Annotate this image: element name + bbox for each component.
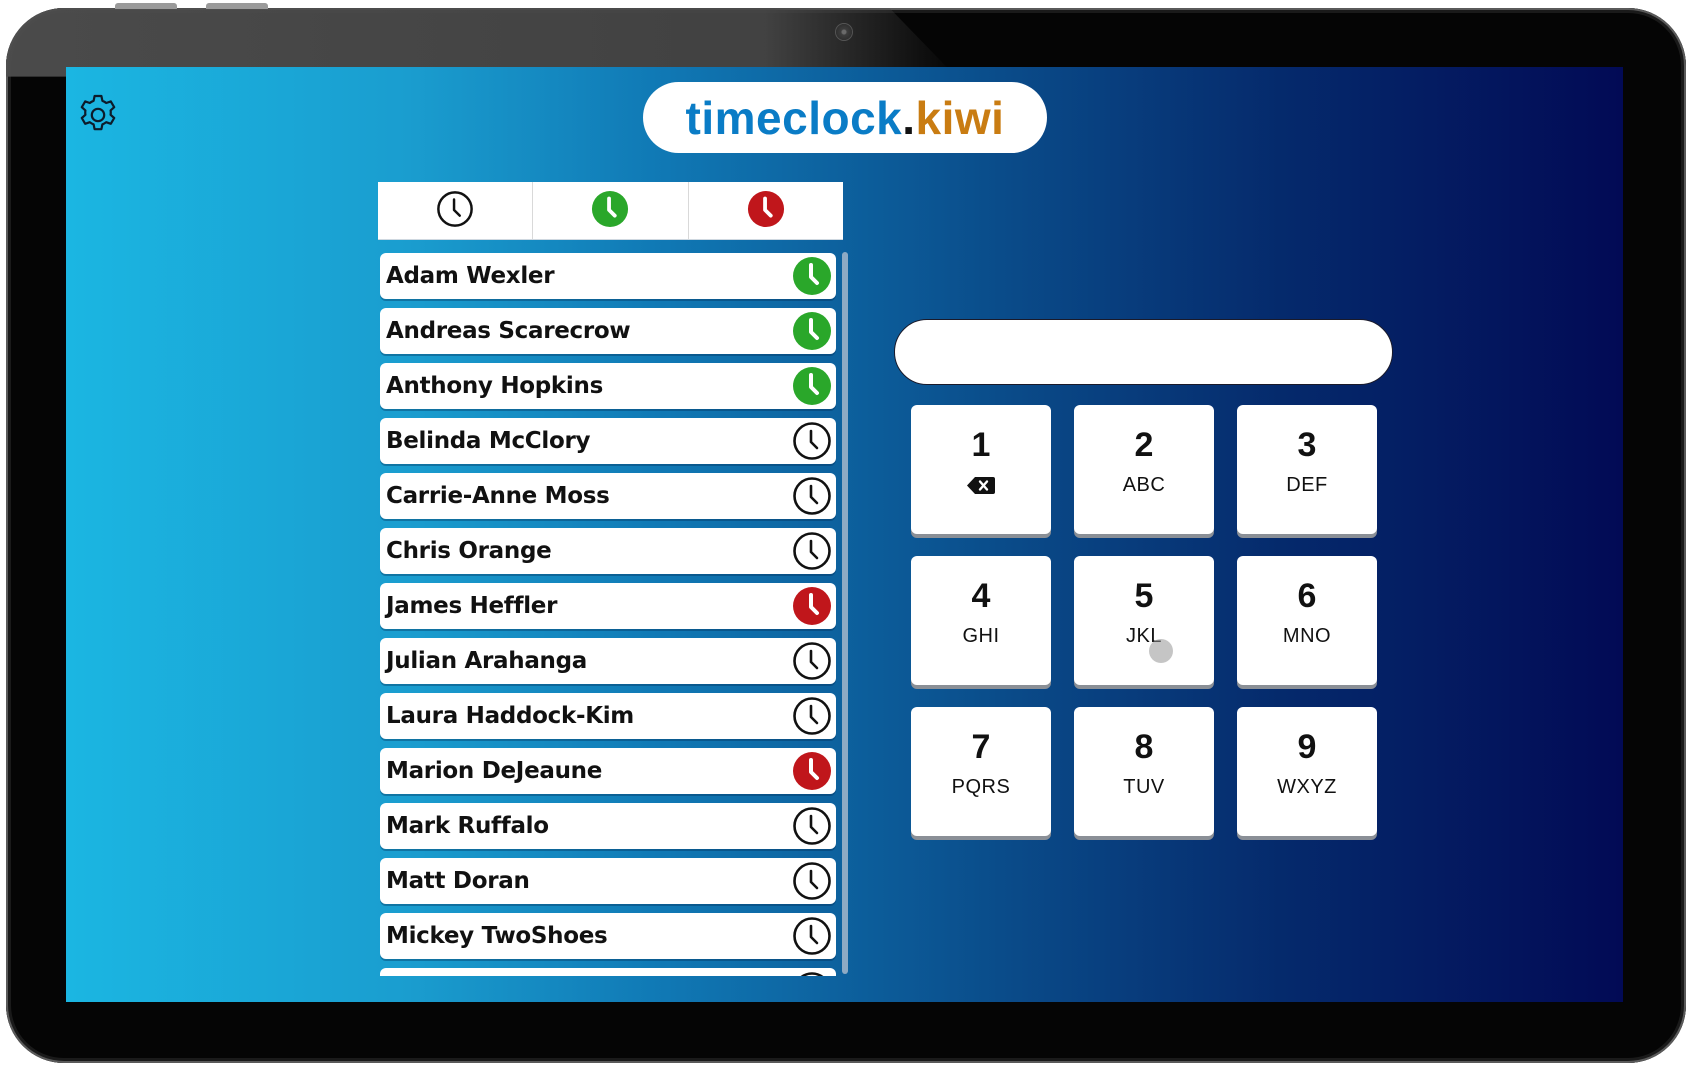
clock-green-icon xyxy=(792,256,832,296)
employee-list-scrollbar[interactable] xyxy=(842,252,848,974)
clock-outline-icon xyxy=(792,696,832,736)
employee-row[interactable]: Matt Doran xyxy=(380,858,836,904)
employee-name: Adam Wexler xyxy=(386,263,555,289)
employee-row[interactable]: Adam Wexler xyxy=(380,253,836,299)
keypad-key-6[interactable]: 6 MNO xyxy=(1237,556,1377,685)
employee-name: Mickey TwoShoes xyxy=(386,923,608,949)
clock-outline-icon xyxy=(792,971,832,976)
clock-green-icon xyxy=(792,366,832,406)
key-letters: MNO xyxy=(1282,625,1332,647)
key-letters: DEF xyxy=(1286,474,1328,496)
numeric-keypad: 1 2 ABC 3 DEF 4 GHI 5 JKL 6 MNO 7 PQRS 8 TUV 9 WXYZ xyxy=(911,405,1381,836)
key-digit: 8 xyxy=(1134,728,1154,766)
employee-name: Laura Haddock-Kim xyxy=(386,703,634,729)
clock-outline-icon xyxy=(792,641,832,681)
clock-outline-icon xyxy=(792,861,832,901)
keypad-key-2[interactable]: 2 ABC xyxy=(1074,405,1214,534)
key-digit: 5 xyxy=(1134,577,1154,615)
clock-green-icon xyxy=(792,311,832,351)
key-digit: 3 xyxy=(1297,426,1317,464)
key-letters: TUV xyxy=(1123,776,1165,798)
employee-row[interactable]: Anthony Hopkins xyxy=(380,363,836,409)
employee-list-items: Adam Wexler Andreas Scarecrow Anthony Hopk… xyxy=(380,253,836,976)
employee-name: Anthony Hopkins xyxy=(386,373,603,399)
key-letters: GHI xyxy=(962,625,1000,647)
pin-input[interactable] xyxy=(894,319,1393,385)
keypad-key-7[interactable]: 7 PQRS xyxy=(911,707,1051,836)
keypad-key-5[interactable]: 5 JKL xyxy=(1074,556,1214,685)
key-letters: PQRS xyxy=(951,776,1011,798)
employee-name: Matt Doran xyxy=(386,868,530,894)
employee-name: Marion DeJeaune xyxy=(386,758,603,784)
keypad-key-4[interactable]: 4 GHI xyxy=(911,556,1051,685)
filter-tab-clocked-in[interactable] xyxy=(533,182,689,239)
clock-red-icon xyxy=(792,751,832,791)
gear-icon xyxy=(80,94,116,131)
logo-text-timeclock: timeclock xyxy=(685,91,903,144)
key-digit: 6 xyxy=(1297,577,1317,615)
employee-row[interactable]: Marion DeJeaune xyxy=(380,748,836,794)
key-letters: WXYZ xyxy=(1277,776,1337,798)
employee-row[interactable]: Julian Arahanga xyxy=(380,638,836,684)
employee-name: Belinda McClory xyxy=(386,428,591,454)
backspace-icon xyxy=(967,474,995,496)
keypad-key-8[interactable]: 8 TUV xyxy=(1074,707,1214,836)
filter-tab-all[interactable] xyxy=(378,182,534,239)
key-digit: 1 xyxy=(971,426,991,464)
keypad-key-3[interactable]: 3 DEF xyxy=(1237,405,1377,534)
employee-row[interactable]: Andreas Scarecrow xyxy=(380,308,836,354)
clock-outline-icon xyxy=(792,916,832,956)
clock-red-icon xyxy=(747,190,785,232)
employee-row[interactable]: Mickey TwoShoes xyxy=(380,913,836,959)
logo-text-kiwi: kiwi xyxy=(915,91,1005,144)
clock-outline-icon xyxy=(792,531,832,571)
logo-text-dot: . xyxy=(902,91,916,144)
clock-outline-icon xyxy=(436,190,474,232)
status-filter-bar xyxy=(378,182,843,240)
employee-row[interactable]: James Heffler xyxy=(380,583,836,629)
clock-outline-icon xyxy=(792,421,832,461)
key-digit: 9 xyxy=(1297,728,1317,766)
camera-dot-icon xyxy=(836,24,852,40)
clock-green-icon xyxy=(591,190,629,232)
employee-name: Carrie-Anne Moss xyxy=(386,483,610,509)
employee-row[interactable]: Chris Orange xyxy=(380,528,836,574)
key-digit: 4 xyxy=(971,577,991,615)
clock-outline-icon xyxy=(792,476,832,516)
employee-name: Chris Orange xyxy=(386,538,552,564)
employee-name: Andreas Scarecrow xyxy=(386,318,631,344)
employee-row[interactable]: Laura Haddock-Kim xyxy=(380,693,836,739)
key-digit: 7 xyxy=(971,728,991,766)
keypad-key-1[interactable]: 1 xyxy=(911,405,1051,534)
keypad-key-9[interactable]: 9 WXYZ xyxy=(1237,707,1377,836)
clock-red-icon xyxy=(792,586,832,626)
settings-button[interactable] xyxy=(74,91,122,139)
employee-row[interactable]: Mark Ruffalo xyxy=(380,803,836,849)
employee-row[interactable] xyxy=(380,968,836,976)
clock-outline-icon xyxy=(792,806,832,846)
filter-tab-clocked-out[interactable] xyxy=(689,182,843,239)
employee-row[interactable]: Carrie-Anne Moss xyxy=(380,473,836,519)
employee-name: Mark Ruffalo xyxy=(386,813,549,839)
employee-name: James Heffler xyxy=(386,593,558,619)
employee-name: Julian Arahanga xyxy=(386,648,588,674)
key-letters: JKL xyxy=(1126,625,1162,647)
app-screen: timeclock. kiwi Adam Wexler Andreas Scarec… xyxy=(66,67,1623,1002)
employee-list: Adam Wexler Andreas Scarecrow Anthony Hopk… xyxy=(378,252,858,976)
volume-button xyxy=(115,3,177,9)
power-button xyxy=(206,3,268,9)
key-letters: ABC xyxy=(1122,474,1166,496)
app-logo: timeclock. kiwi xyxy=(643,82,1047,153)
key-digit: 2 xyxy=(1134,426,1154,464)
employee-row[interactable]: Belinda McClory xyxy=(380,418,836,464)
